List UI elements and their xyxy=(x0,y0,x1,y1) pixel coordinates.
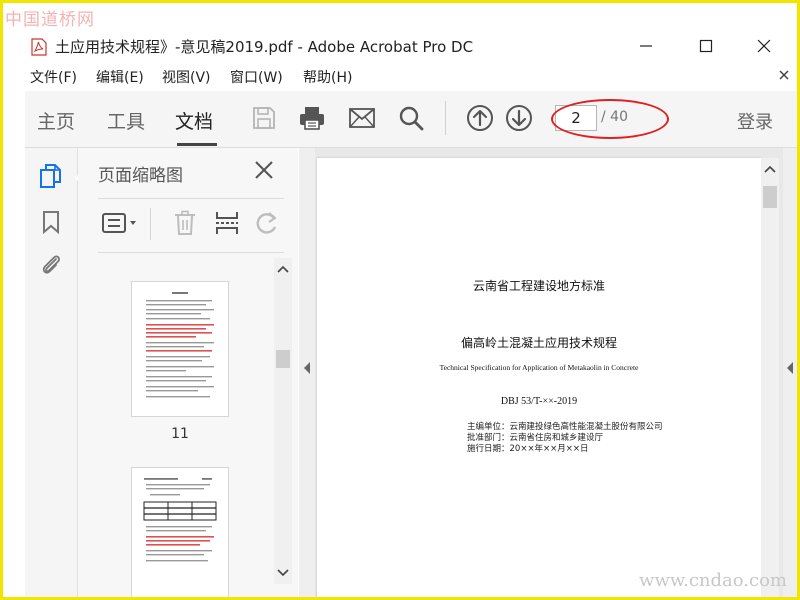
menu-window[interactable]: 窗口(W) xyxy=(230,67,283,87)
options-menu-icon xyxy=(102,213,136,233)
previous-page-button[interactable] xyxy=(465,103,495,133)
screenshot-frame: 中国道桥网 土应用技术规程》-意见稿2019.pdf - Adobe Acrob… xyxy=(0,0,800,600)
title-bar: 土应用技术规程》-意见稿2019.pdf - Adobe Acrobat Pro… xyxy=(3,31,797,61)
close-panel-button[interactable] xyxy=(252,158,276,182)
bookmark-icon xyxy=(43,211,59,234)
search-icon xyxy=(399,106,424,131)
panel-divider xyxy=(98,198,284,199)
page-thumbnails-panel: 页面缩略图 11 xyxy=(78,148,298,597)
watermark-top: 中国道桥网 xyxy=(5,10,95,30)
save-button[interactable] xyxy=(249,103,279,133)
arrow-down-circle-icon xyxy=(506,105,532,131)
tab-home[interactable]: 主页 xyxy=(37,107,75,134)
main-toolbar: 主页 工具 文档 2 / 40 登录 xyxy=(25,91,797,148)
page-thumbnail-12[interactable] xyxy=(132,468,228,597)
panel-title: 页面缩略图 xyxy=(98,166,183,186)
panel-tool-separator xyxy=(150,208,151,240)
minimize-button[interactable] xyxy=(632,34,660,58)
menu-file[interactable]: 文件(F) xyxy=(30,67,77,87)
next-page-button[interactable] xyxy=(504,103,534,133)
maximize-icon xyxy=(699,39,713,53)
thumbnails-scrollbar[interactable] xyxy=(274,258,292,584)
scroll-up-arrow[interactable] xyxy=(763,162,777,176)
attachments-button[interactable] xyxy=(37,251,65,279)
printer-icon xyxy=(300,107,324,130)
active-tab-indicator xyxy=(177,143,217,146)
extract-pages-button[interactable] xyxy=(212,208,242,238)
delete-pages-button[interactable] xyxy=(170,208,200,238)
menu-bar: 文件(F) 编辑(E) 视图(V) 窗口(W) 帮助(H) xyxy=(3,63,797,89)
page-thumbnails-icon xyxy=(40,164,61,188)
thumbnail-page-preview xyxy=(143,478,217,562)
rotate-icon xyxy=(256,212,277,234)
page-number-input[interactable]: 2 xyxy=(555,105,597,131)
menu-edit[interactable]: 编辑(E) xyxy=(96,67,144,87)
scroll-down-arrow[interactable] xyxy=(276,566,290,580)
navigation-pane-strip xyxy=(25,148,83,597)
doc-header: 云南省工程建设地方标准 xyxy=(472,279,605,293)
maximize-button[interactable] xyxy=(692,34,720,58)
rotate-pages-button[interactable] xyxy=(252,208,282,238)
document-scrollbar[interactable] xyxy=(761,158,779,597)
close-icon xyxy=(779,70,789,80)
save-icon xyxy=(253,107,275,129)
panel-divider xyxy=(98,252,284,253)
page-total: / 40 xyxy=(601,109,628,125)
arrow-up-circle-icon xyxy=(467,105,493,131)
thumbnail-page-preview xyxy=(146,292,214,398)
chevron-left-icon xyxy=(304,362,310,374)
thumbnails-list: 11 xyxy=(78,258,298,597)
pdf-icon xyxy=(31,38,47,56)
doc-code: DBJ 53/T-××-2019 xyxy=(500,396,578,407)
login-button[interactable]: 登录 xyxy=(737,108,773,134)
tab-document[interactable]: 文档 xyxy=(175,107,213,134)
chevron-up-icon xyxy=(764,165,776,173)
pdf-page: 云南省工程建设地方标准 偏高岭土混凝土应用技术规程 Technical Spec… xyxy=(317,158,761,597)
chevron-left-icon xyxy=(787,362,793,374)
extract-pages-icon xyxy=(216,212,238,234)
envelope-icon xyxy=(349,108,375,128)
scrollbar-thumb[interactable] xyxy=(276,350,290,368)
menu-help[interactable]: 帮助(H) xyxy=(303,67,352,87)
doc-title-cn: 偏高岭土混凝土应用技术规程 xyxy=(460,336,617,350)
scroll-up-arrow[interactable] xyxy=(276,262,290,276)
search-button[interactable] xyxy=(396,103,426,133)
collapse-right-pane-button[interactable] xyxy=(783,148,797,597)
menu-view[interactable]: 视图(V) xyxy=(162,67,211,87)
thumbnail-options-button[interactable] xyxy=(100,208,140,238)
scrollbar-thumb[interactable] xyxy=(763,186,777,208)
tab-tools[interactable]: 工具 xyxy=(107,107,145,134)
email-button[interactable] xyxy=(347,103,377,133)
close-window-button[interactable] xyxy=(750,34,778,58)
document-viewer: 云南省工程建设地方标准 偏高岭土混凝土应用技术规程 Technical Spec… xyxy=(299,148,797,597)
minimize-icon xyxy=(640,45,652,47)
page-thumbnails-button[interactable] xyxy=(37,162,65,190)
close-icon xyxy=(757,39,771,53)
chevron-down-icon xyxy=(277,569,289,577)
thumbnail-label: 11 xyxy=(171,426,189,442)
close-document-button[interactable] xyxy=(779,66,789,84)
watermark-bottom: www.cndao.com xyxy=(639,570,787,591)
close-icon xyxy=(255,161,273,179)
window-title: 土应用技术规程》-意见稿2019.pdf - Adobe Acrobat Pro… xyxy=(55,38,474,56)
trash-icon xyxy=(175,210,195,235)
print-button[interactable] xyxy=(297,103,327,133)
doc-title-en: Technical Specification for Application … xyxy=(439,363,639,372)
paperclip-icon xyxy=(42,255,60,274)
page-thumbnail-11[interactable] xyxy=(132,282,228,416)
doc-effective-date: 施行日期：20××年××月××日 xyxy=(467,444,589,454)
collapse-left-pane-button[interactable] xyxy=(299,148,315,597)
bookmarks-button[interactable] xyxy=(37,208,65,236)
toolbar-separator xyxy=(445,101,446,135)
chevron-up-icon xyxy=(277,265,289,273)
